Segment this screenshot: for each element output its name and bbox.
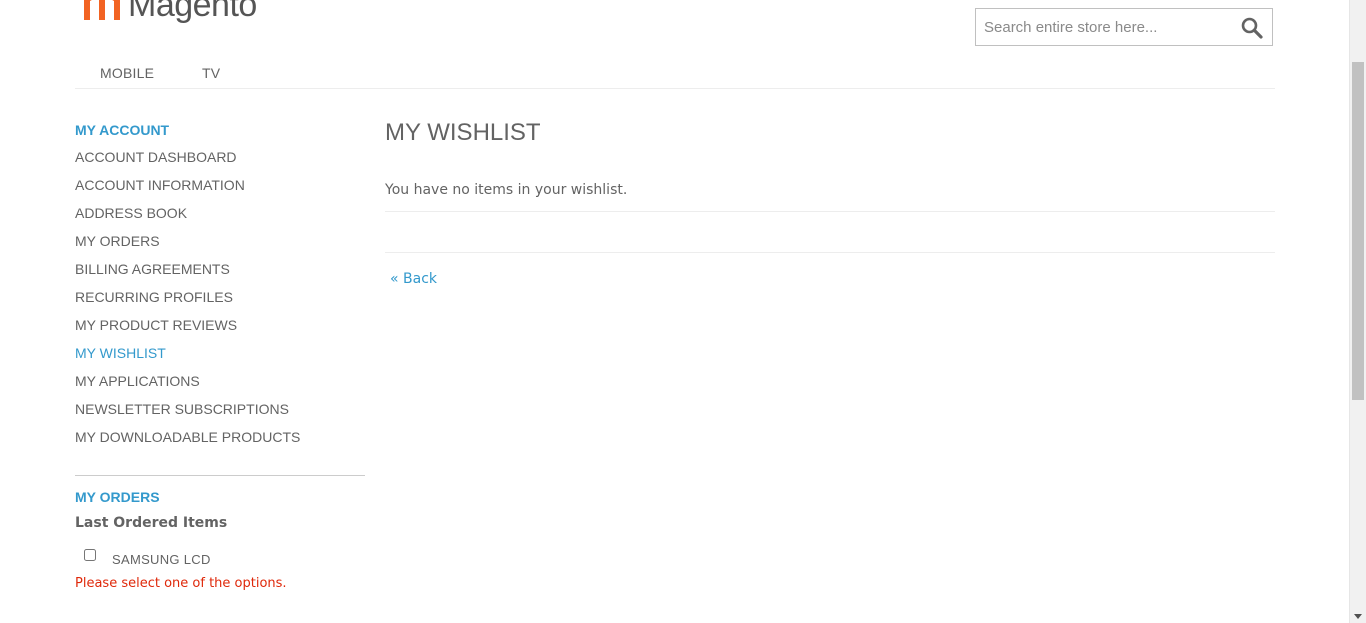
search-icon[interactable]	[1240, 16, 1264, 40]
orders-block-title: MY ORDERS	[75, 489, 160, 505]
page-title: MY WISHLIST	[385, 119, 541, 146]
buttons-divider	[385, 252, 1275, 253]
sidebar-item-newsletter-subscriptions[interactable]: NEWSLETTER SUBSCRIPTIONS	[75, 401, 289, 417]
sidebar-item-billing-agreements[interactable]: BILLING AGREEMENTS	[75, 261, 230, 277]
order-item-name[interactable]: SAMSUNG LCD	[112, 552, 211, 567]
logo-text: Magento	[128, 0, 257, 24]
page: Magento MOBILE TV MY ACCOUNT ACCOUNT DAS…	[0, 0, 1366, 623]
magento-logo-icon	[84, 0, 120, 20]
sidebar-item-my-product-reviews[interactable]: MY PRODUCT REVIEWS	[75, 317, 237, 333]
sidebar-item-account-dashboard[interactable]: ACCOUNT DASHBOARD	[75, 149, 237, 165]
validation-error-message: Please select one of the options.	[75, 576, 287, 591]
sidebar-item-my-applications[interactable]: MY APPLICATIONS	[75, 373, 200, 389]
main-navigation: MOBILE TV	[75, 60, 1275, 89]
search-form	[975, 8, 1273, 46]
sidebar-divider	[75, 475, 365, 476]
content-divider	[385, 211, 1275, 212]
scroll-down-arrow-icon[interactable]	[1354, 614, 1362, 619]
sidebar-item-address-book[interactable]: ADDRESS BOOK	[75, 205, 187, 221]
account-nav-title: MY ACCOUNT	[75, 122, 170, 138]
sidebar-item-my-wishlist: MY WISHLIST	[75, 345, 166, 361]
sidebar-item-my-downloadable-products[interactable]: MY DOWNLOADABLE PRODUCTS	[75, 429, 300, 445]
nav-item-tv[interactable]: TV	[202, 65, 220, 81]
page-scrollbar[interactable]	[1349, 0, 1366, 623]
back-link[interactable]: « Back	[390, 271, 437, 287]
store-logo[interactable]: Magento	[84, 0, 257, 24]
sidebar-item-account-information[interactable]: ACCOUNT INFORMATION	[75, 177, 245, 193]
last-ordered-items-title: Last Ordered Items	[75, 515, 228, 531]
sidebar-item-recurring-profiles[interactable]: RECURRING PROFILES	[75, 289, 233, 305]
scrollbar-thumb[interactable]	[1352, 62, 1364, 400]
reorder-checkbox[interactable]	[84, 549, 96, 561]
nav-item-mobile[interactable]: MOBILE	[100, 65, 154, 81]
wishlist-empty-message: You have no items in your wishlist.	[385, 182, 628, 198]
search-input[interactable]	[976, 9, 1226, 45]
sidebar-item-my-orders[interactable]: MY ORDERS	[75, 233, 160, 249]
